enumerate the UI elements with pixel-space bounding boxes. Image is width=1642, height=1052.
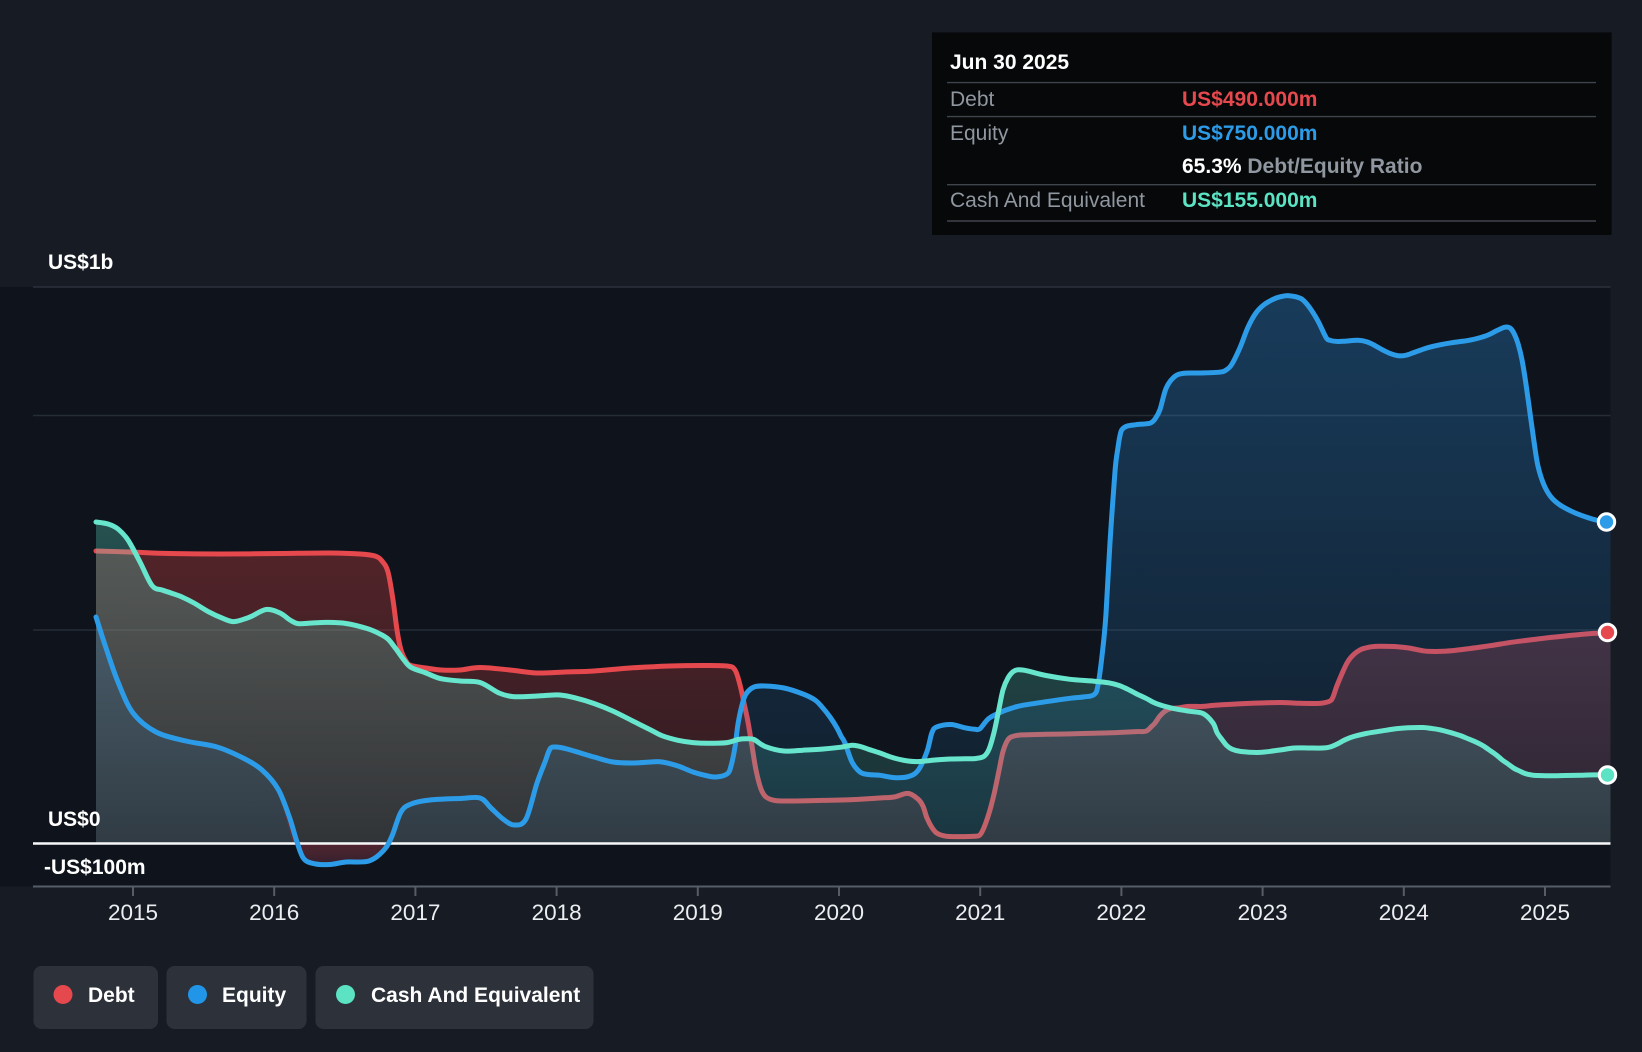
svg-text:2022: 2022 — [1096, 900, 1146, 925]
svg-text:US$490.000m: US$490.000m — [1182, 88, 1317, 111]
svg-text:2025: 2025 — [1520, 900, 1570, 925]
svg-text:US$0: US$0 — [48, 808, 101, 831]
svg-text:2023: 2023 — [1238, 900, 1288, 925]
svg-text:Jun 30 2025: Jun 30 2025 — [950, 51, 1069, 74]
svg-text:2018: 2018 — [532, 900, 582, 925]
svg-text:65.3% Debt/Equity Ratio: 65.3% Debt/Equity Ratio — [1182, 155, 1422, 178]
svg-text:2021: 2021 — [955, 900, 1005, 925]
svg-text:Equity: Equity — [950, 122, 1009, 145]
svg-text:US$1b: US$1b — [48, 251, 113, 274]
svg-text:2016: 2016 — [249, 900, 299, 925]
svg-text:2017: 2017 — [390, 900, 440, 925]
svg-text:US$750.000m: US$750.000m — [1182, 122, 1317, 145]
svg-text:Debt: Debt — [950, 88, 995, 111]
svg-text:US$155.000m: US$155.000m — [1182, 189, 1317, 212]
svg-text:2024: 2024 — [1379, 900, 1429, 925]
svg-text:2015: 2015 — [108, 900, 158, 925]
svg-text:2020: 2020 — [814, 900, 864, 925]
svg-text:2019: 2019 — [673, 900, 723, 925]
svg-text:Debt: Debt — [88, 984, 135, 1007]
svg-text:Cash And Equivalent: Cash And Equivalent — [371, 984, 580, 1007]
svg-text:-US$100m: -US$100m — [44, 856, 146, 879]
svg-text:Equity: Equity — [222, 984, 286, 1007]
svg-text:Cash And Equivalent: Cash And Equivalent — [950, 189, 1145, 212]
